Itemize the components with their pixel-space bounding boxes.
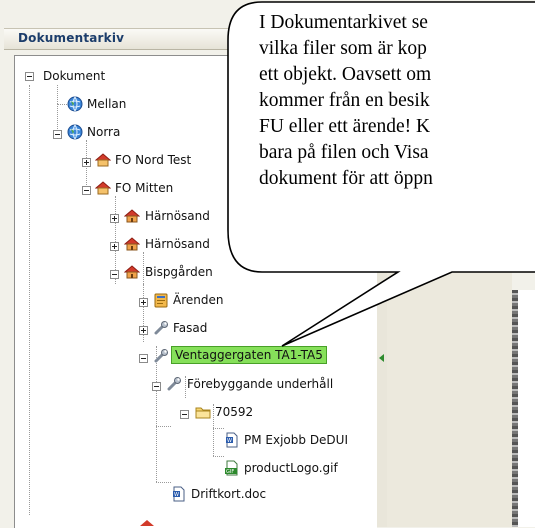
callout-line: kommer från en besik: [259, 90, 430, 111]
tree-item-bispgarden[interactable]: Bispgården: [145, 264, 213, 280]
tree-item-product-logo[interactable]: productLogo.gif: [244, 460, 338, 476]
tree-line: [57, 104, 58, 133]
tree-item-ventaggergaten-selected[interactable]: Ventaggergaten TA1-TA5: [171, 346, 327, 364]
expand-toggle[interactable]: [110, 242, 119, 251]
wrench-icon: [166, 376, 182, 392]
word-document-icon: W: [171, 486, 187, 502]
callout-line: vilka filer som är kop: [259, 38, 427, 59]
tree-item-dokument[interactable]: Dokument: [43, 68, 105, 84]
tree-item-forebyggande-underhall[interactable]: Förebyggande underhåll: [187, 376, 333, 392]
tree-line: [213, 404, 214, 456]
tree-item-fo-mitten[interactable]: FO Mitten: [115, 180, 173, 196]
tree-item-driftkort[interactable]: Driftkort.doc: [191, 486, 266, 502]
collapse-toggle[interactable]: [53, 130, 62, 139]
collapse-toggle[interactable]: [139, 354, 148, 363]
collapse-arrow-icon[interactable]: [379, 354, 384, 362]
case-folder-icon: [153, 292, 169, 308]
building-icon: [123, 264, 141, 280]
tree-item-mellan[interactable]: Mellan: [87, 96, 126, 112]
tree-line: [185, 376, 186, 398]
expand-toggle[interactable]: [139, 298, 148, 307]
svg-text:W: W: [227, 438, 232, 444]
expand-toggle[interactable]: [139, 326, 148, 335]
tree-line: [86, 140, 87, 158]
tree-line: [29, 85, 30, 515]
tree-item-70592[interactable]: 70592: [215, 404, 253, 420]
collapse-toggle[interactable]: [152, 382, 161, 391]
tree-line: [57, 85, 58, 104]
tree-item-harnosand[interactable]: Härnösand: [145, 236, 210, 252]
svg-text:GIF: GIF: [226, 469, 234, 475]
panel-title: Dokumentarkiv: [18, 31, 125, 45]
tree-line: [143, 252, 144, 284]
callout-line: ett objekt. Oavsett om: [259, 64, 432, 85]
torn-edge-shadow: [512, 290, 518, 527]
collapse-toggle[interactable]: [180, 410, 189, 419]
callout-text: I Dokumentarkivet se vilka filer som är …: [259, 10, 535, 192]
tree-line: [156, 426, 157, 482]
globe-icon: [67, 96, 83, 112]
house-icon: [94, 152, 112, 168]
tree-line: [213, 456, 224, 457]
callout-line: FU eller ett ärende! K: [259, 116, 431, 137]
building-icon: [123, 208, 141, 224]
tree-line: [213, 428, 224, 429]
globe-icon: [67, 124, 83, 140]
wrench-icon: [153, 348, 169, 364]
house-icon: [94, 180, 112, 196]
tree-item-pm-exjobb[interactable]: PM Exjobb DeDUI: [244, 432, 348, 448]
tree-line: [57, 104, 67, 105]
tree-item-harnosand[interactable]: Härnösand: [145, 208, 210, 224]
tree-item-fasad[interactable]: Fasad: [173, 320, 207, 336]
callout-line: I Dokumentarkivet se: [259, 12, 428, 33]
expand-toggle[interactable]: [82, 158, 91, 167]
tree-item-norra[interactable]: Norra: [87, 124, 120, 140]
collapse-toggle[interactable]: [110, 270, 119, 279]
tree-item-arenden[interactable]: Ärenden: [173, 292, 223, 308]
callout-line: bara på filen och Visa: [259, 142, 429, 163]
tree-line: [156, 482, 171, 483]
expand-toggle[interactable]: [110, 214, 119, 223]
svg-text:W: W: [174, 492, 179, 498]
wrench-icon: [153, 320, 169, 336]
tree-line: [156, 426, 171, 427]
tree-item-fo-nord-test[interactable]: FO Nord Test: [115, 152, 191, 168]
gif-image-icon: GIF: [224, 460, 240, 476]
folder-icon: [195, 404, 211, 420]
word-document-icon: W: [224, 432, 240, 448]
building-icon: [123, 236, 141, 252]
collapse-toggle[interactable]: [82, 186, 91, 195]
callout-line: dokument för att öppn: [259, 168, 433, 189]
collapse-toggle[interactable]: [25, 72, 34, 81]
